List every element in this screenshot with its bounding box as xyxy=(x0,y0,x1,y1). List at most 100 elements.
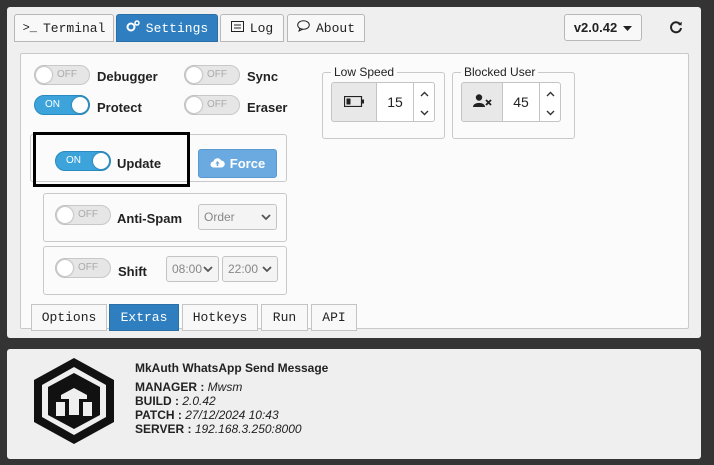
eraser-label: Eraser xyxy=(247,100,288,115)
tab-settings-label: Settings xyxy=(145,20,209,36)
build-value: 2.0.42 xyxy=(182,394,216,408)
shift-end-select[interactable]: 22:00 xyxy=(222,256,278,282)
blocked-user-input[interactable]: 45 xyxy=(503,82,539,122)
version-label: v2.0.42 xyxy=(573,20,618,35)
tab-about[interactable]: About xyxy=(287,14,365,42)
low-speed-input[interactable]: 15 xyxy=(377,82,413,122)
toggle-state: OFF xyxy=(57,69,77,80)
server-row: SERVER : 192.168.3.250:8000 xyxy=(135,422,302,436)
antispam-label: Anti-Spam xyxy=(117,211,182,226)
tab-run[interactable]: Run xyxy=(261,304,308,331)
toggle-knob xyxy=(186,67,202,83)
tab-hotkeys[interactable]: Hotkeys xyxy=(182,304,258,331)
update-label: Update xyxy=(117,156,162,171)
terminal-icon: >_ xyxy=(22,21,37,35)
blocked-user-spinner xyxy=(539,82,561,122)
low-speed-increment[interactable] xyxy=(414,83,434,102)
toggle-knob xyxy=(72,97,88,113)
shift-start-select[interactable]: 08:00 xyxy=(166,256,219,282)
toggle-state: OFF xyxy=(207,99,227,110)
shift-start-value: 08:00 xyxy=(172,262,203,276)
gears-icon xyxy=(126,20,140,36)
toggle-state: ON xyxy=(66,155,81,166)
toggle-state: OFF xyxy=(78,209,98,220)
low-speed-spinner xyxy=(413,82,435,122)
debugger-toggle[interactable]: OFF xyxy=(34,65,90,85)
blocked-user-decrement[interactable] xyxy=(540,102,560,121)
manager-row: MANAGER : Mwsm xyxy=(135,380,242,394)
server-key: SERVER : xyxy=(135,422,192,436)
toggle-knob xyxy=(57,260,73,276)
user-addon xyxy=(461,82,503,122)
manager-value: Mwsm xyxy=(207,380,243,394)
patch-key: PATCH : xyxy=(135,408,182,422)
settings-content: OFF Debugger OFF Sync ON Protect OFF Era… xyxy=(20,53,689,331)
battery-low-icon xyxy=(343,95,364,110)
debugger-label: Debugger xyxy=(97,69,158,84)
chevron-up-icon xyxy=(420,85,429,100)
chevron-down-icon xyxy=(203,263,213,277)
antispam-select[interactable]: Order xyxy=(198,204,277,230)
sync-toggle[interactable]: OFF xyxy=(184,65,240,85)
tab-api[interactable]: API xyxy=(311,304,357,331)
refresh-button[interactable] xyxy=(662,14,690,42)
refresh-icon xyxy=(669,20,683,37)
tab-hotkeys-label: Hotkeys xyxy=(192,310,248,325)
sync-label: Sync xyxy=(247,69,279,84)
tab-settings[interactable]: Settings xyxy=(116,14,218,42)
low-speed-legend: Low Speed xyxy=(331,65,398,79)
comment-icon xyxy=(297,20,310,36)
tab-api-label: API xyxy=(322,310,346,325)
eraser-toggle[interactable]: OFF xyxy=(184,95,240,115)
chevron-down-icon xyxy=(546,104,555,119)
blocked-user-value: 45 xyxy=(513,94,529,110)
patch-value: 27/12/2024 10:43 xyxy=(185,408,279,422)
antispam-select-value: Order xyxy=(204,210,235,224)
shift-label: Shift xyxy=(118,264,147,279)
build-key: BUILD : xyxy=(135,394,179,408)
build-row: BUILD : 2.0.42 xyxy=(135,394,216,408)
tab-about-label: About xyxy=(315,20,355,36)
toggle-state: ON xyxy=(45,99,60,110)
toggle-knob xyxy=(186,97,202,113)
caret-down-icon xyxy=(623,20,633,35)
version-dropdown[interactable]: v2.0.42 xyxy=(564,14,642,41)
low-speed-decrement[interactable] xyxy=(414,102,434,121)
tab-extras[interactable]: Extras xyxy=(109,304,179,331)
chevron-down-icon xyxy=(420,104,429,119)
app-logo xyxy=(29,355,119,450)
blocked-user-increment[interactable] xyxy=(540,83,560,102)
shift-toggle[interactable]: OFF xyxy=(55,258,111,278)
manager-key: MANAGER : xyxy=(135,380,205,394)
tab-run-label: Run xyxy=(272,310,297,325)
low-speed-value: 15 xyxy=(387,94,403,110)
protect-toggle[interactable]: ON xyxy=(34,95,90,115)
force-label: Force xyxy=(229,156,266,171)
force-button[interactable]: Force xyxy=(198,149,277,178)
server-value: 192.168.3.250:8000 xyxy=(194,422,302,436)
cloud-upload-icon xyxy=(210,156,225,171)
tab-options-label: Options xyxy=(41,310,97,325)
blocked-user-fieldset: Blocked User 45 xyxy=(452,65,575,139)
about-panel: MkAuth WhatsApp Send Message MANAGER : M… xyxy=(7,349,701,459)
battery-addon xyxy=(331,82,377,122)
tab-terminal-label: Terminal xyxy=(42,20,106,36)
chevron-down-icon xyxy=(262,263,272,277)
tab-options[interactable]: Options xyxy=(31,304,107,331)
tab-extras-label: Extras xyxy=(120,310,168,325)
tab-terminal[interactable]: >_ Terminal xyxy=(14,14,114,42)
main-panel: >_ Terminal Settings Log About v2.0.42 O… xyxy=(7,7,701,338)
chevron-down-icon xyxy=(261,211,271,225)
protect-label: Protect xyxy=(97,100,142,115)
toggle-knob xyxy=(57,207,73,223)
tab-log[interactable]: Log xyxy=(220,14,284,42)
tab-log-label: Log xyxy=(249,20,274,36)
antispam-toggle[interactable]: OFF xyxy=(55,205,111,225)
update-toggle[interactable]: ON xyxy=(55,151,111,171)
toggle-state: OFF xyxy=(78,262,98,273)
toggle-state: OFF xyxy=(207,69,227,80)
chevron-up-icon xyxy=(546,85,555,100)
patch-row: PATCH : 27/12/2024 10:43 xyxy=(135,408,279,422)
shift-end-value: 22:00 xyxy=(228,262,259,276)
blocked-user-legend: Blocked User xyxy=(461,65,539,79)
